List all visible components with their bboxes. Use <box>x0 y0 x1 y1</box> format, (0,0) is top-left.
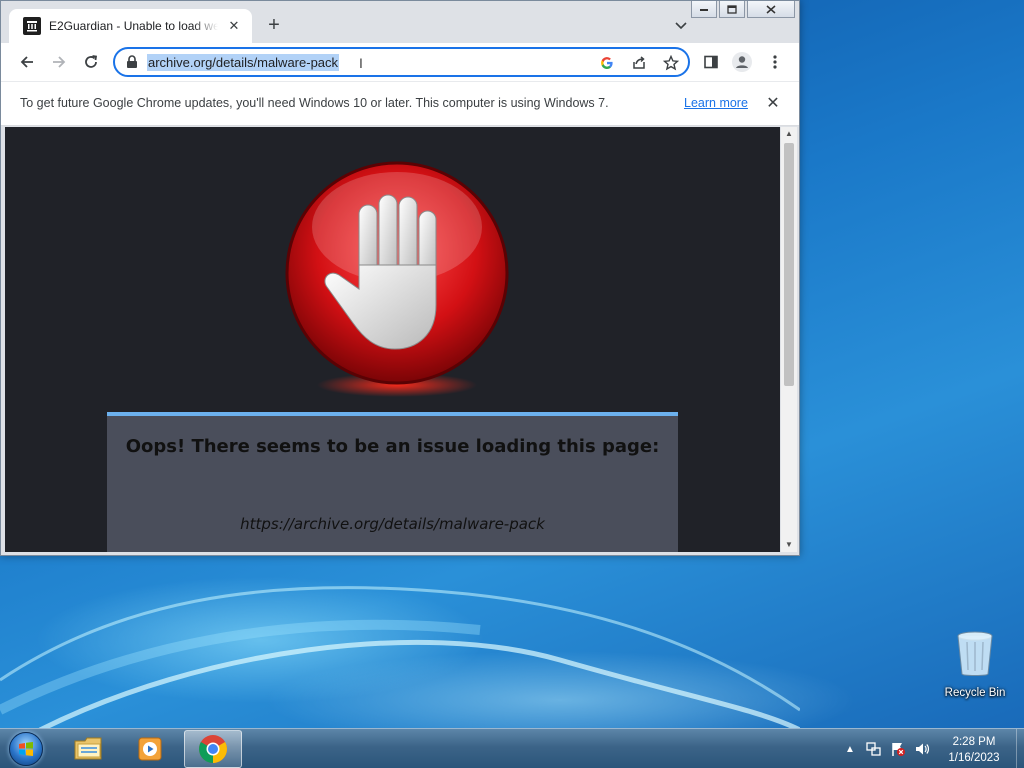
desktop-icon-recycle-bin[interactable]: Recycle Bin <box>940 630 1010 699</box>
browser-window: E2Guardian - Unable to load web ✕ + arch… <box>0 0 800 556</box>
lock-icon[interactable] <box>126 55 138 69</box>
back-arrow-icon[interactable] <box>15 50 39 74</box>
show-desktop-button[interactable] <box>1016 729 1024 768</box>
stop-hand-icon <box>285 161 509 397</box>
reload-icon[interactable] <box>79 50 103 74</box>
clock-date: 1/16/2023 <box>948 752 1000 764</box>
start-button[interactable] <box>4 730 48 768</box>
system-tray: ▲ <box>842 729 930 768</box>
volume-icon[interactable] <box>914 741 930 757</box>
error-title: Oops! There seems to be an issue loading… <box>125 436 660 457</box>
page-viewport: Oops! There seems to be an issue loading… <box>5 127 780 552</box>
error-panel: Oops! There seems to be an issue loading… <box>107 412 678 552</box>
tab-title: E2Guardian - Unable to load web <box>49 19 218 33</box>
infobar-message: To get future Google Chrome updates, you… <box>20 96 609 110</box>
profile-icon[interactable] <box>730 50 754 74</box>
new-tab-button[interactable]: + <box>263 15 285 37</box>
url-text[interactable]: archive.org/details/malware-pack <box>147 54 340 71</box>
scroll-down-arrow-icon[interactable]: ▼ <box>781 538 797 552</box>
media-player-icon[interactable] <box>121 730 179 768</box>
museum-building-icon <box>23 17 41 35</box>
star-icon[interactable] <box>662 54 680 72</box>
forward-arrow-icon[interactable] <box>47 50 71 74</box>
text-cursor-icon: I <box>359 55 363 71</box>
file-explorer-icon[interactable] <box>60 730 118 768</box>
address-bar[interactable]: archive.org/details/malware-pack I <box>113 47 690 77</box>
infobar-close-icon[interactable]: ✕ <box>765 93 781 113</box>
window-controls <box>691 1 795 18</box>
scroll-up-arrow-icon[interactable]: ▲ <box>781 127 797 141</box>
chrome-icon[interactable] <box>184 730 242 768</box>
close-icon[interactable] <box>747 1 795 18</box>
taskbar: ▲ 2:28 PM 1/16/2023 <box>0 728 1024 768</box>
update-infobar: To get future Google Chrome updates, you… <box>1 81 799 126</box>
scroll-thumb[interactable] <box>784 143 794 386</box>
taskbar-clock[interactable]: 2:28 PM 1/16/2023 <box>932 734 1016 766</box>
clock-time: 2:28 PM <box>952 736 996 748</box>
learn-more-link[interactable]: Learn more <box>684 96 748 110</box>
recycle-bin-icon <box>957 631 993 676</box>
minimize-icon[interactable] <box>691 1 717 18</box>
recycle-bin-label: Recycle Bin <box>944 687 1006 699</box>
tab-strip: E2Guardian - Unable to load web ✕ + <box>1 1 799 43</box>
network-icon[interactable] <box>866 741 882 757</box>
browser-toolbar: archive.org/details/malware-pack I <box>1 43 799 81</box>
tab-search-chevron-icon[interactable] <box>673 18 689 34</box>
wallpaper-swoosh <box>0 586 800 730</box>
tab-close-icon[interactable]: ✕ <box>226 18 242 34</box>
share-icon[interactable] <box>630 54 648 72</box>
action-center-flag-icon[interactable] <box>890 741 906 757</box>
browser-tab[interactable]: E2Guardian - Unable to load web ✕ <box>9 9 252 43</box>
blocked-url: https://archive.org/details/malware-pack <box>240 515 545 533</box>
page-scrollbar[interactable]: ▲ ▼ <box>781 127 797 552</box>
show-hidden-icons-icon[interactable]: ▲ <box>842 741 858 757</box>
google-icon[interactable] <box>598 54 616 72</box>
side-panel-icon[interactable] <box>699 50 723 74</box>
menu-icon[interactable] <box>763 50 787 74</box>
restore-icon[interactable] <box>719 1 745 18</box>
windows-logo-icon <box>9 732 43 766</box>
